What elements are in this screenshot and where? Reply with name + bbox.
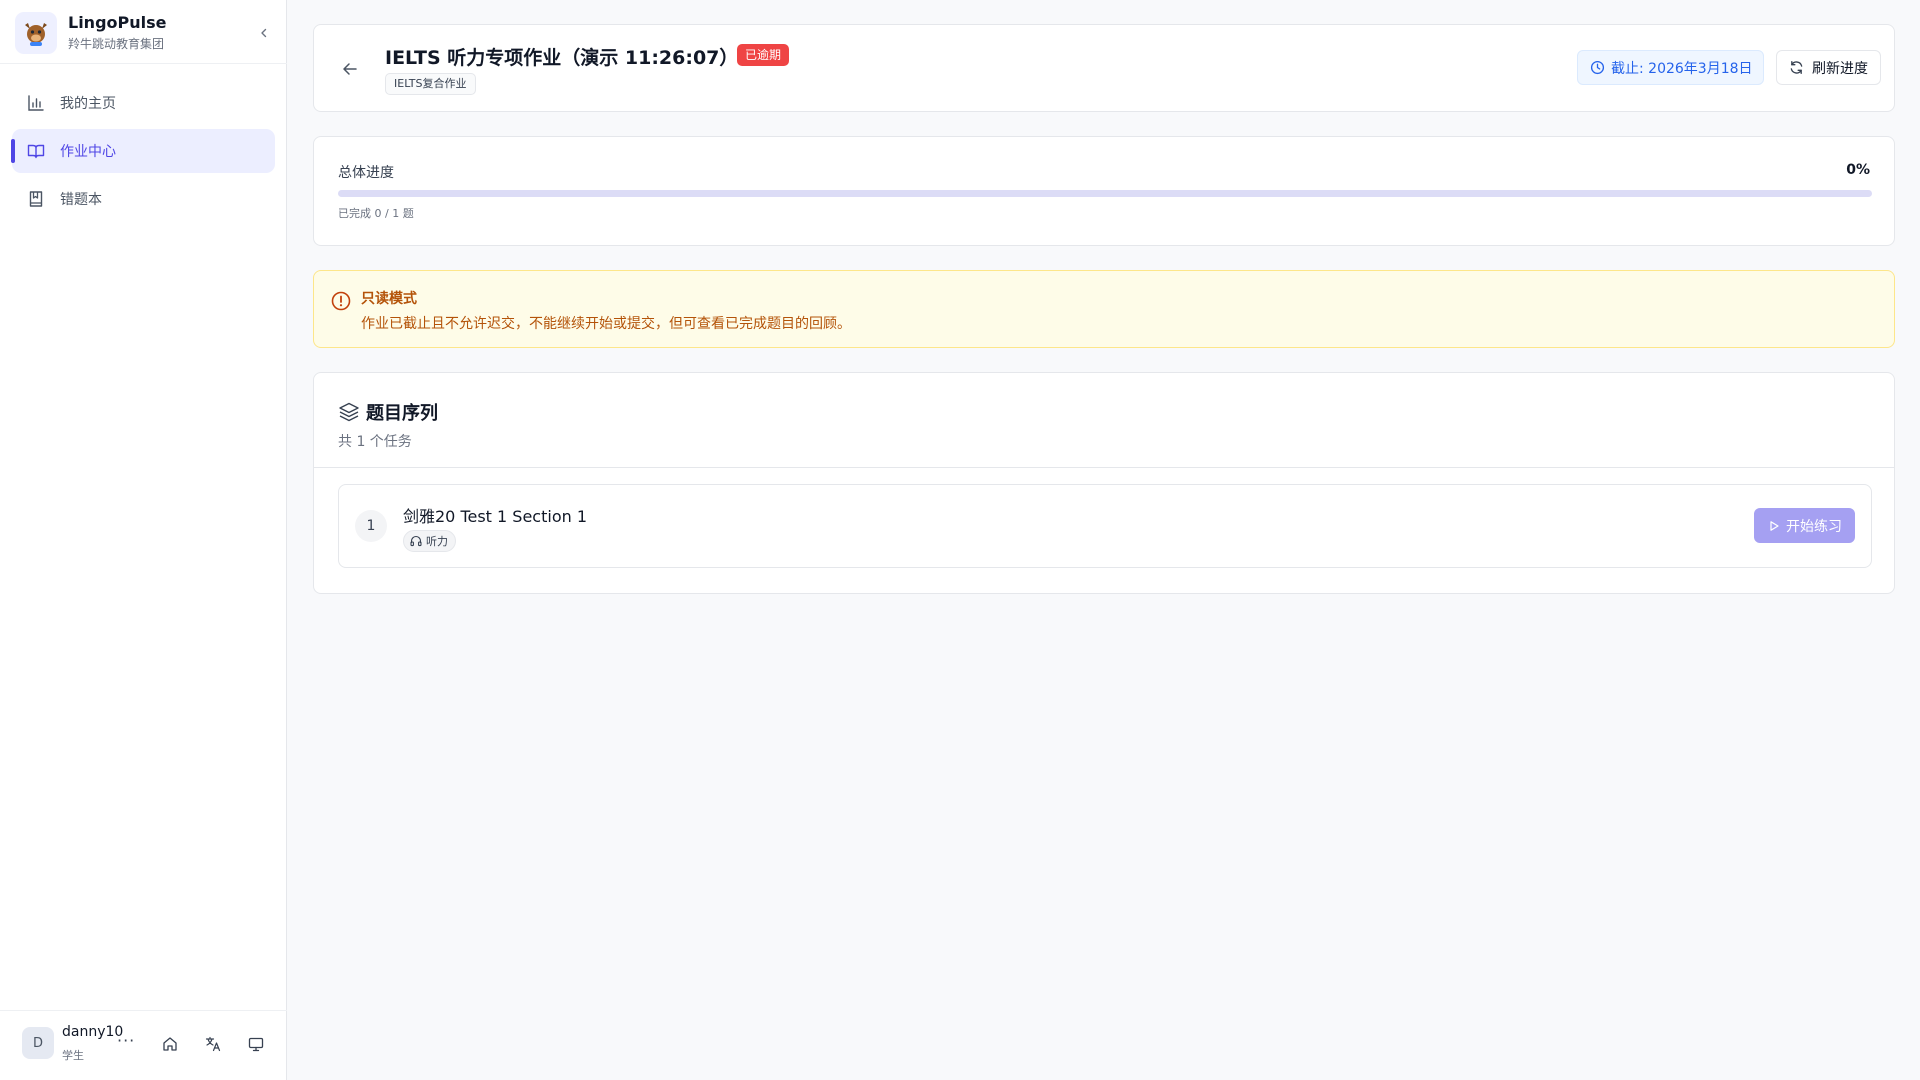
refresh-progress-button[interactable]: 刷新进度: [1776, 50, 1881, 85]
deadline-badge: 截止: 2026年3月18日: [1577, 50, 1764, 85]
section-title: 题目序列: [366, 403, 438, 424]
task-sequence-card: 题目序列 共 1 个任务 1 剑雅20 Test 1 Section 1 听力 …: [313, 372, 1895, 594]
alert-circle-icon: [331, 291, 351, 311]
sidebar-item-label: 错题本: [60, 192, 102, 208]
readonly-alert: 只读模式 作业已截止且不允许迟交，不能继续开始或提交，但可查看已完成题目的回顾。: [313, 270, 1895, 348]
task-item: 1 剑雅20 Test 1 Section 1 听力 开始练习: [338, 484, 1872, 568]
book-open-icon: [26, 141, 46, 161]
app-name: LingoPulse: [68, 13, 167, 32]
avatar[interactable]: D: [22, 1027, 54, 1059]
divider: [314, 467, 1894, 468]
progress-card: 总体进度 0% 已完成 0 / 1 题: [313, 136, 1895, 246]
bookmark-book-icon: [26, 189, 46, 209]
page-title: IELTS 听力专项作业（演示 11:26:07）: [385, 47, 739, 69]
sidebar-item-assignments[interactable]: 作业中心: [11, 129, 275, 173]
clock-icon: [1590, 60, 1605, 75]
user-name: danny10: [62, 1024, 124, 1040]
skill-label: 听力: [426, 535, 448, 548]
display-button[interactable]: [245, 1033, 267, 1055]
sidebar: LingoPulse 羚牛跳动教育集团 我的主页 作业中心 错题本 D dann…: [0, 0, 287, 1080]
home-button[interactable]: [159, 1033, 181, 1055]
assignment-header: IELTS 听力专项作业（演示 11:26:07） 已逾期 IELTS复合作业 …: [313, 24, 1895, 112]
progress-label: 总体进度: [338, 165, 394, 181]
chevron-left-icon: [261, 28, 267, 38]
org-name: 羚牛跳动教育集团: [68, 37, 165, 51]
refresh-label: 刷新进度: [1812, 60, 1868, 77]
progress-bar: [338, 190, 1872, 197]
sidebar-item-label: 我的主页: [60, 96, 116, 112]
monitor-icon: [248, 1037, 264, 1052]
translate-icon: [205, 1036, 221, 1052]
alert-message: 作业已截止且不允许迟交，不能继续开始或提交，但可查看已完成题目的回顾。: [361, 316, 851, 332]
sidebar-item-label: 作业中心: [60, 144, 116, 160]
back-button[interactable]: [338, 57, 362, 81]
sidebar-item-home[interactable]: 我的主页: [12, 81, 275, 125]
more-options-button[interactable]: ···: [117, 1031, 135, 1050]
progress-count: 已完成 0 / 1 题: [338, 207, 414, 220]
user-role: 学生: [62, 1049, 84, 1062]
start-practice-label: 开始练习: [1786, 518, 1842, 535]
skill-tag: 听力: [403, 530, 456, 552]
language-button[interactable]: [202, 1033, 224, 1055]
home-icon: [163, 1037, 177, 1051]
sidebar-nav: 我的主页 作业中心 错题本: [11, 81, 275, 225]
status-badge: 已逾期: [737, 44, 790, 66]
sidebar-item-mistakes[interactable]: 错题本: [12, 177, 275, 221]
start-practice-button[interactable]: 开始练习: [1754, 508, 1855, 543]
user-bar: D danny10 学生 ···: [0, 1010, 287, 1080]
headphones-icon: [410, 535, 422, 547]
section-subtitle: 共 1 个任务: [338, 434, 412, 450]
deadline-text: 截止: 2026年3月18日: [1611, 60, 1753, 77]
bar-chart-icon: [26, 93, 46, 113]
task-index: 1: [355, 510, 387, 542]
divider: [0, 63, 287, 64]
bull-mascot-icon: [25, 23, 47, 46]
brand: LingoPulse 羚牛跳动教育集团: [15, 12, 277, 54]
alert-title: 只读模式: [361, 291, 417, 307]
progress-percent: 0%: [1846, 162, 1870, 178]
arrow-left-icon: [343, 63, 357, 75]
app-logo: [15, 12, 57, 54]
play-icon: [1770, 520, 1779, 531]
assignment-type-tag: IELTS复合作业: [385, 73, 476, 95]
task-title: 剑雅20 Test 1 Section 1: [403, 507, 588, 526]
layers-icon: [339, 402, 359, 422]
refresh-icon: [1790, 61, 1803, 74]
collapse-sidebar-button[interactable]: [253, 22, 275, 44]
